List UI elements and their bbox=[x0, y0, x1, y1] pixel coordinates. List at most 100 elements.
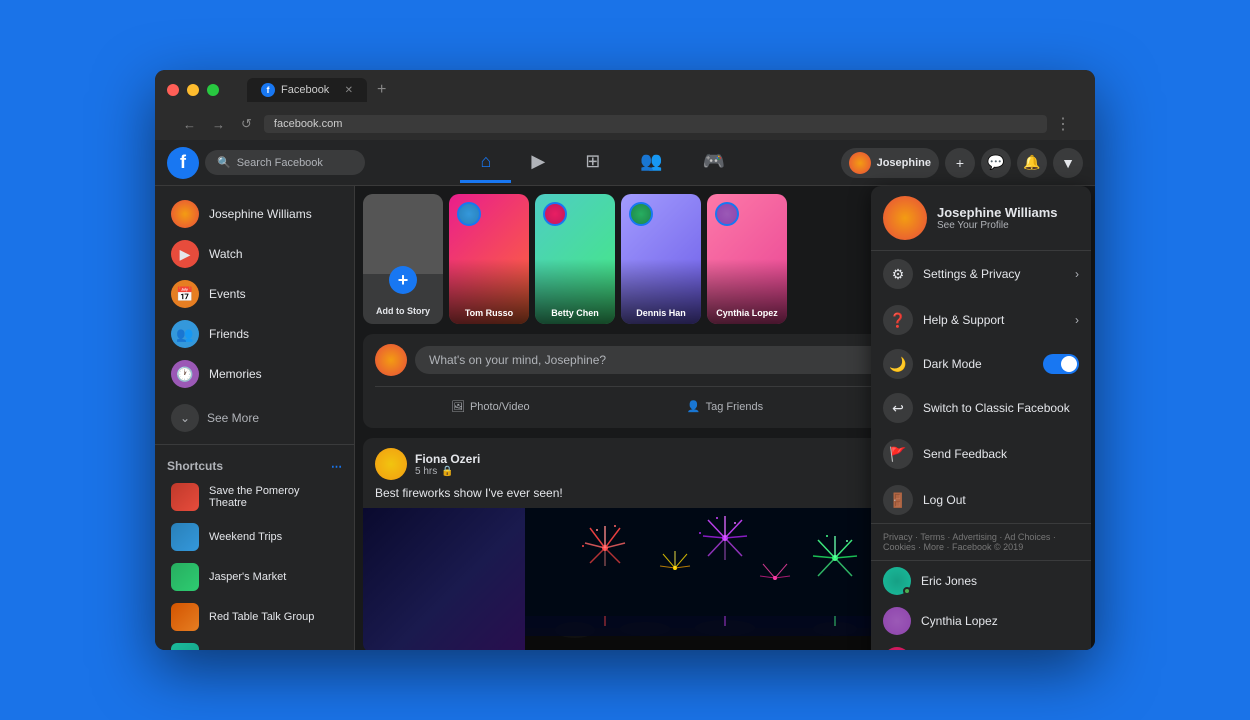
sidebar-item-memories[interactable]: 🕐 Memories bbox=[159, 354, 350, 394]
shortcut-table[interactable]: Red Table Talk Group bbox=[159, 597, 350, 637]
shortcut-market[interactable]: Jasper's Market bbox=[159, 557, 350, 597]
events-icon: 📅 bbox=[171, 280, 199, 308]
betty-avatar bbox=[883, 647, 911, 650]
sidebar-item-friends[interactable]: 👥 Friends bbox=[159, 314, 350, 354]
tab-close-btn[interactable]: ✕ bbox=[345, 85, 353, 96]
dropdown-user-info: Josephine Williams See Your Profile bbox=[937, 205, 1058, 231]
post-tag-button[interactable]: 👤 Tag Friends bbox=[610, 395, 841, 418]
dropdown-see-profile: See Your Profile bbox=[937, 220, 1058, 231]
nav-user-button[interactable]: Josephine bbox=[841, 148, 939, 178]
dropdown-dark-mode[interactable]: 🌙 Dark Mode bbox=[871, 343, 1091, 385]
back-button[interactable]: ← bbox=[179, 115, 200, 134]
top-nav: f 🔍 Search Facebook ⌂ ▶ ⊞ 👥 🎮 Josephine … bbox=[155, 140, 1095, 186]
footer-text: Privacy · Terms · Advertising · Ad Choic… bbox=[883, 532, 1056, 552]
story-tom-label: Tom Russo bbox=[449, 308, 529, 318]
settings-arrow: › bbox=[1075, 267, 1079, 281]
market-avatar bbox=[171, 563, 199, 591]
eric-name: Eric Jones bbox=[921, 574, 977, 588]
nav-menu-button[interactable]: ▼ bbox=[1053, 148, 1083, 178]
nav-username: Josephine bbox=[877, 157, 931, 169]
shortcut-theatre[interactable]: Save the Pomeroy Theatre bbox=[159, 477, 350, 517]
forward-button[interactable]: → bbox=[208, 115, 229, 134]
dark-mode-icon: 🌙 bbox=[883, 349, 913, 379]
story-cynthia-label: Cynthia Lopez bbox=[707, 308, 787, 318]
see-more-icon: ⌄ bbox=[171, 404, 199, 432]
story-betty[interactable]: Betty Chen bbox=[535, 194, 615, 324]
sidebar-item-events[interactable]: 📅 Events bbox=[159, 274, 350, 314]
theatre-avatar bbox=[171, 483, 199, 511]
reload-button[interactable]: ↺ bbox=[237, 114, 256, 134]
dark-mode-label: Dark Mode bbox=[923, 357, 1043, 371]
feedback-icon: 🚩 bbox=[883, 439, 913, 469]
shortcut-market-label: Jasper's Market bbox=[209, 571, 286, 583]
close-dot[interactable] bbox=[167, 84, 179, 96]
search-icon: 🔍 bbox=[217, 156, 231, 169]
fb-favicon: f bbox=[261, 83, 275, 97]
shortcuts-edit-button[interactable]: ⋯ bbox=[331, 460, 342, 473]
feedback-label: Send Feedback bbox=[923, 447, 1007, 461]
address-bar[interactable]: facebook.com bbox=[264, 115, 1047, 133]
contact-eric[interactable]: Eric Jones bbox=[871, 561, 1091, 601]
photo-label: Photo/Video bbox=[470, 401, 530, 413]
help-arrow: › bbox=[1075, 313, 1079, 327]
shortcut-hiking[interactable]: Best Hidden Hiking Trails bbox=[159, 637, 350, 650]
nav-tab-home[interactable]: ⌂ bbox=[460, 143, 511, 183]
shortcut-trips-label: Weekend Trips bbox=[209, 531, 282, 543]
friends-icon: 👥 bbox=[171, 320, 199, 348]
nav-tab-marketplace[interactable]: ⊞ bbox=[565, 143, 620, 183]
dropdown-footer: Privacy · Terms · Advertising · Ad Choic… bbox=[871, 523, 1091, 560]
nav-tab-gaming[interactable]: 🎮 bbox=[683, 143, 745, 183]
sidebar-item-profile[interactable]: Josephine Williams bbox=[159, 194, 350, 234]
search-bar[interactable]: 🔍 Search Facebook bbox=[205, 150, 365, 175]
tab-title: Facebook bbox=[281, 84, 329, 96]
post-photo-button[interactable]: 🖼 Photo/Video bbox=[375, 395, 606, 418]
dropdown-classic[interactable]: ↩ Switch to Classic Facebook bbox=[871, 385, 1091, 431]
post-placeholder: What's on your mind, Josephine? bbox=[429, 353, 606, 367]
tag-label: Tag Friends bbox=[706, 401, 763, 413]
tag-icon: 👤 bbox=[687, 400, 701, 413]
dropdown-user-section[interactable]: Josephine Williams See Your Profile bbox=[871, 186, 1091, 251]
new-tab-button[interactable]: + bbox=[371, 81, 392, 99]
add-story-card[interactable]: + Add to Story bbox=[363, 194, 443, 324]
see-more-label: See More bbox=[207, 411, 259, 425]
table-avatar bbox=[171, 603, 199, 631]
cynthia-avatar bbox=[883, 607, 911, 635]
story-betty-avatar bbox=[543, 202, 567, 226]
minimize-dot[interactable] bbox=[187, 84, 199, 96]
sidebar-see-more-button[interactable]: ⌄ See More bbox=[159, 398, 350, 438]
story-cynthia[interactable]: Cynthia Lopez bbox=[707, 194, 787, 324]
maximize-dot[interactable] bbox=[207, 84, 219, 96]
story-betty-label: Betty Chen bbox=[535, 308, 615, 318]
nav-tab-groups[interactable]: 👥 bbox=[620, 143, 682, 183]
story-tom[interactable]: Tom Russo bbox=[449, 194, 529, 324]
sidebar-watch-label: Watch bbox=[209, 247, 243, 261]
browser-tab-facebook[interactable]: f Facebook ✕ bbox=[247, 78, 367, 102]
nav-notifications-button[interactable]: 🔔 bbox=[1017, 148, 1047, 178]
nav-tab-watch[interactable]: ▶ bbox=[511, 143, 565, 183]
dark-mode-toggle[interactable] bbox=[1043, 354, 1079, 374]
nav-tabs: ⌂ ▶ ⊞ 👥 🎮 bbox=[365, 143, 841, 183]
help-icon: ❓ bbox=[883, 305, 913, 335]
photo-icon: 🖼 bbox=[451, 400, 465, 413]
dropdown-logout[interactable]: 🚪 Log Out bbox=[871, 477, 1091, 523]
post-privacy-icon: 🔒 bbox=[441, 466, 453, 477]
logout-icon: 🚪 bbox=[883, 485, 913, 515]
sidebar-item-watch[interactable]: ▶ Watch bbox=[159, 234, 350, 274]
dropdown-settings[interactable]: ⚙ Settings & Privacy › bbox=[871, 251, 1091, 297]
nav-add-button[interactable]: + bbox=[945, 148, 975, 178]
contact-betty[interactable]: Betty Chen bbox=[871, 641, 1091, 650]
post-time: 5 hrs bbox=[415, 466, 437, 477]
story-dennis[interactable]: Dennis Han bbox=[621, 194, 701, 324]
contact-cynthia[interactable]: Cynthia Lopez bbox=[871, 601, 1091, 641]
add-story-label: Add to Story bbox=[363, 306, 443, 316]
story-dennis-avatar bbox=[629, 202, 653, 226]
shortcuts-title: Shortcuts bbox=[167, 459, 223, 473]
shortcut-theatre-label: Save the Pomeroy Theatre bbox=[209, 485, 338, 509]
shortcut-trips[interactable]: Weekend Trips bbox=[159, 517, 350, 557]
dropdown-username: Josephine Williams bbox=[937, 205, 1058, 220]
browser-menu-button[interactable]: ⋮ bbox=[1055, 114, 1071, 134]
nav-messenger-button[interactable]: 💬 bbox=[981, 148, 1011, 178]
dropdown-feedback[interactable]: 🚩 Send Feedback bbox=[871, 431, 1091, 477]
toggle-knob bbox=[1061, 356, 1077, 372]
dropdown-help[interactable]: ❓ Help & Support › bbox=[871, 297, 1091, 343]
